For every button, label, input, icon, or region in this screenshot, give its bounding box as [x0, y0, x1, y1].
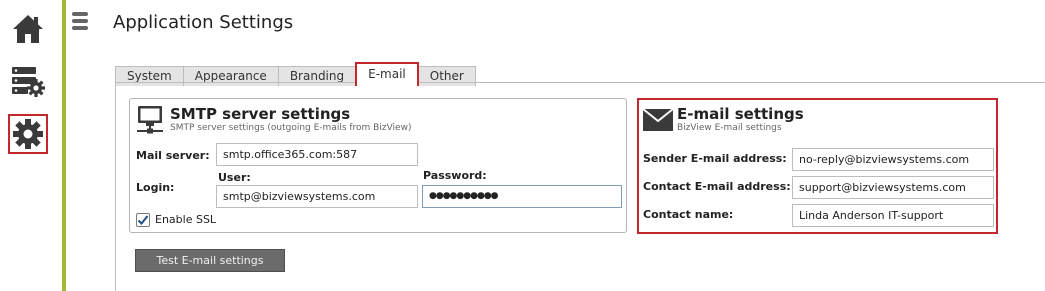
email-settings-panel: E-mail settings BizView E-mail settings … [637, 98, 998, 234]
computer-network-icon [136, 105, 164, 139]
email-panel-title: E-mail settings [677, 105, 804, 123]
user-input[interactable]: smtp@bizviewsystems.com [216, 185, 418, 208]
sender-email-label: Sender E-mail address: [643, 152, 787, 165]
gear-icon[interactable] [8, 114, 48, 154]
tab-email[interactable]: E-mail [355, 62, 419, 86]
contact-email-input[interactable]: support@bizviewsystems.com [792, 176, 994, 199]
contact-name-input[interactable]: Linda Anderson IT-support [792, 204, 994, 227]
enable-ssl-label: Enable SSL [155, 213, 217, 226]
contact-email-label: Contact E-mail address: [643, 180, 791, 193]
sidebar [0, 0, 62, 291]
mail-server-label: Mail server: [136, 149, 210, 162]
smtp-panel-subtitle: SMTP server settings (outgoing E-mails f… [170, 123, 412, 133]
smtp-panel-title: SMTP server settings [170, 105, 351, 123]
smtp-settings-panel: SMTP server settings SMTP server setting… [129, 98, 627, 233]
hamburger-menu-icon[interactable] [72, 12, 88, 30]
password-label: Password: [423, 169, 487, 182]
login-label: Login: [136, 181, 175, 194]
user-label: User: [218, 171, 251, 184]
checkmark-icon [137, 215, 149, 225]
mail-server-input[interactable]: smtp.office365.com:587 [216, 143, 418, 166]
home-icon[interactable] [9, 10, 47, 48]
server-settings-icon[interactable] [9, 62, 47, 100]
test-email-settings-button[interactable]: Test E-mail settings [135, 249, 285, 272]
page-title: Application Settings [113, 12, 294, 33]
sender-email-input[interactable]: no-reply@bizviewsystems.com [792, 148, 994, 171]
password-input[interactable]: ●●●●●●●●●● [422, 185, 622, 208]
sidebar-divider [62, 0, 66, 291]
contact-name-label: Contact name: [643, 208, 734, 221]
envelope-icon [642, 108, 674, 135]
enable-ssl-checkbox[interactable] [136, 213, 150, 227]
email-panel-subtitle: BizView E-mail settings [677, 123, 782, 133]
